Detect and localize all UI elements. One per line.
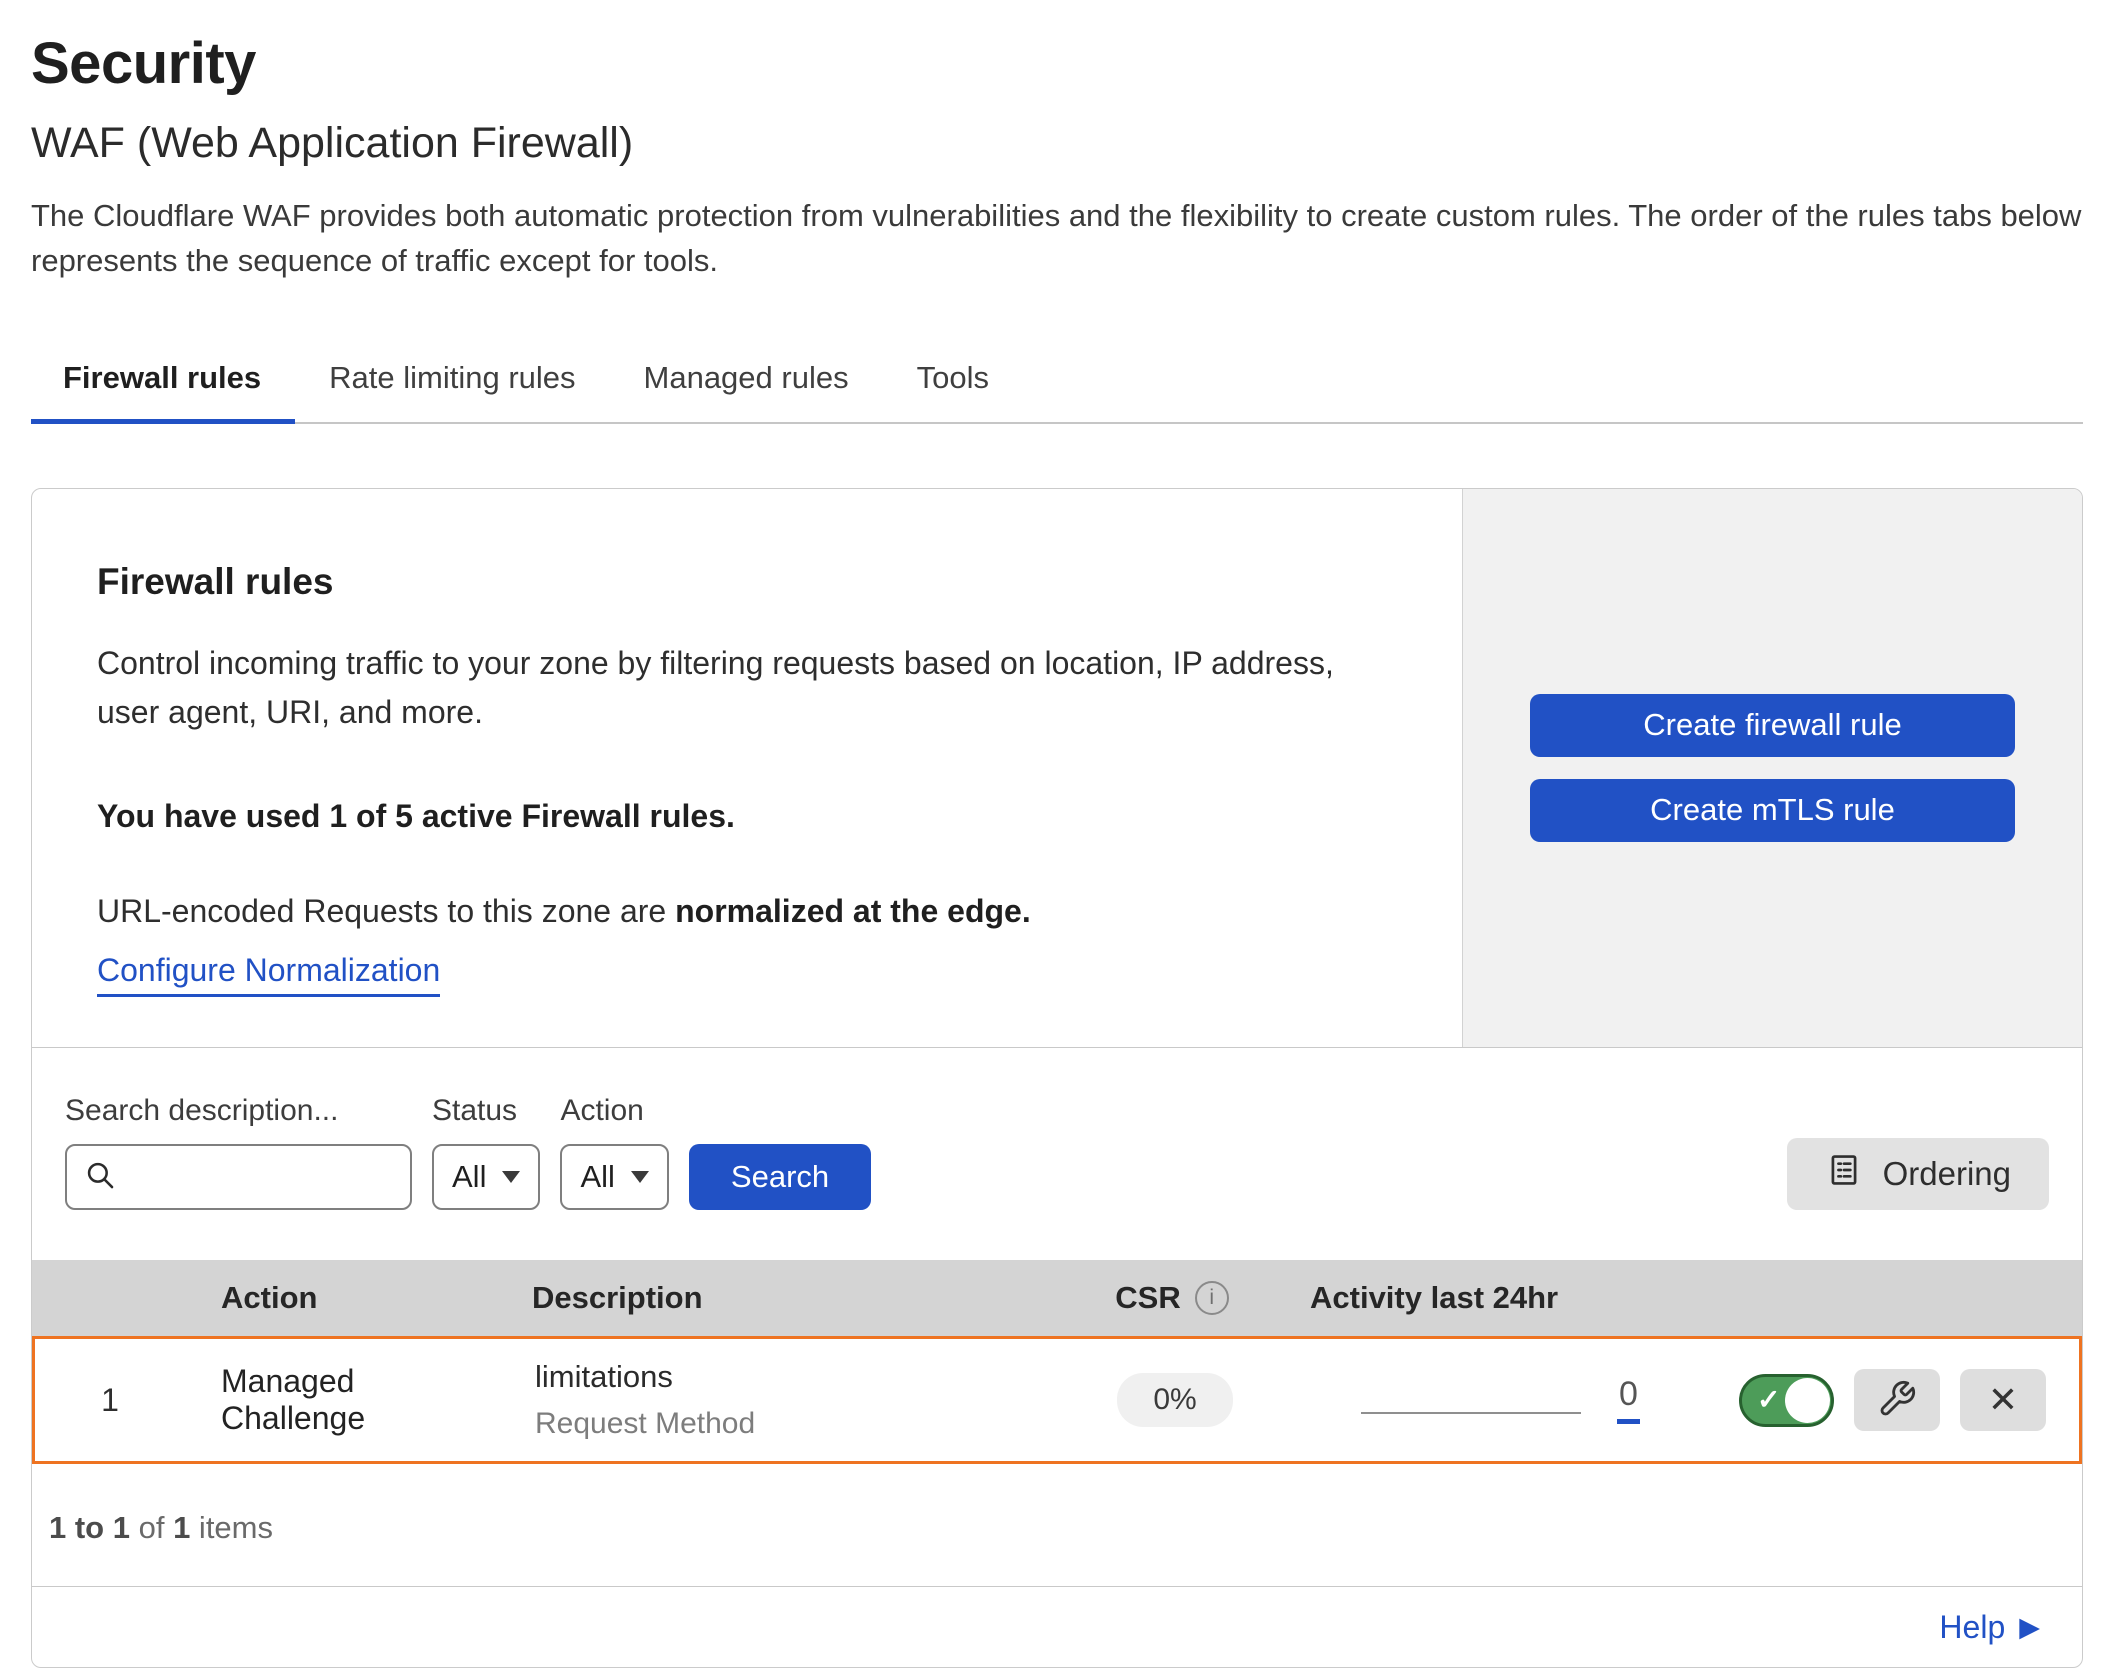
page-title: Security [31, 30, 2083, 97]
row-activity-cell: 0 [1275, 1377, 1695, 1424]
card-top-section: Firewall rules Control incoming traffic … [32, 489, 2082, 1048]
normalization-text: URL-encoded Requests to this zone are [97, 893, 675, 929]
card-info: Firewall rules Control incoming traffic … [32, 489, 1462, 1047]
wrench-icon [1877, 1379, 1917, 1422]
waf-tabs: Firewall rules Rate limiting rules Manag… [31, 340, 2083, 424]
activity-count-link[interactable]: 0 [1617, 1377, 1640, 1424]
info-icon[interactable]: i [1195, 1281, 1229, 1315]
header-csr: CSR i [1115, 1280, 1228, 1316]
action-group: Action All [560, 1094, 668, 1210]
help-link[interactable]: Help ▶ [1939, 1609, 2040, 1646]
ordering-button[interactable]: Ordering [1787, 1138, 2049, 1210]
tab-firewall-rules[interactable]: Firewall rules [31, 340, 295, 422]
status-group: Status All [432, 1094, 540, 1210]
search-button[interactable]: Search [689, 1144, 871, 1210]
chevron-down-icon [502, 1171, 520, 1183]
search-icon [83, 1158, 117, 1197]
firewall-rules-card: Firewall rules Control incoming traffic … [31, 488, 2083, 1668]
toggle-knob [1785, 1378, 1830, 1423]
status-select-value: All [452, 1159, 486, 1195]
page-subtitle: WAF (Web Application Firewall) [31, 119, 2083, 168]
card-heading: Firewall rules [97, 561, 1402, 603]
table-footer: 1 to 1 of 1 items [32, 1464, 2082, 1586]
header-activity: Activity last 24hr [1272, 1280, 1692, 1316]
ordering-button-label: Ordering [1883, 1155, 2011, 1193]
status-select[interactable]: All [432, 1144, 540, 1210]
card-actions-panel: Create firewall rule Create mTLS rule [1462, 489, 2082, 1047]
footer-items: items [190, 1510, 273, 1545]
waf-page: Security WAF (Web Application Firewall) … [0, 0, 2114, 1668]
normalization-line: URL-encoded Requests to this zone are no… [97, 893, 1402, 930]
list-document-icon [1825, 1151, 1863, 1197]
tab-tools[interactable]: Tools [883, 340, 1023, 422]
action-select[interactable]: All [560, 1144, 668, 1210]
normalization-bold: normalized at the edge. [675, 893, 1031, 929]
configure-normalization-link[interactable]: Configure Normalization [97, 952, 440, 997]
search-input[interactable] [129, 1159, 394, 1195]
search-group: Search description... [65, 1094, 412, 1210]
row-priority: 1 [101, 1382, 119, 1419]
header-description: Description [502, 1280, 1072, 1316]
search-label: Search description... [65, 1094, 412, 1128]
tab-rate-limiting-rules[interactable]: Rate limiting rules [295, 340, 609, 422]
help-row: Help ▶ [32, 1586, 2082, 1667]
help-label: Help [1939, 1609, 2005, 1646]
close-icon: ✕ [1988, 1379, 2018, 1421]
table-row: 1 Managed Challenge limitations Request … [32, 1336, 2082, 1464]
action-select-value: All [580, 1159, 614, 1195]
card-description: Control incoming traffic to your zone by… [97, 639, 1402, 738]
row-description-cell: limitations Request Method [505, 1359, 1075, 1441]
tab-managed-rules[interactable]: Managed rules [610, 340, 883, 422]
footer-total: 1 [173, 1510, 190, 1545]
activity-sparkline [1361, 1412, 1581, 1414]
footer-of: of [130, 1510, 173, 1545]
chevron-down-icon [631, 1171, 649, 1183]
check-icon: ✓ [1757, 1383, 1780, 1416]
create-firewall-rule-button[interactable]: Create firewall rule [1530, 694, 2015, 757]
usage-line: You have used 1 of 5 active Firewall rul… [97, 798, 1402, 835]
row-description[interactable]: limitations [535, 1359, 1075, 1395]
table-header: Action Description CSR i Activity last 2… [32, 1260, 2082, 1336]
delete-rule-button[interactable]: ✕ [1960, 1369, 2046, 1431]
row-csr-badge: 0% [1117, 1373, 1232, 1427]
footer-range: 1 to 1 [49, 1510, 130, 1545]
header-action: Action [182, 1280, 502, 1316]
create-mtls-rule-button[interactable]: Create mTLS rule [1530, 779, 2015, 842]
status-label: Status [432, 1094, 540, 1128]
rule-enabled-toggle[interactable]: ✓ [1739, 1374, 1834, 1427]
row-description-sub: Request Method [535, 1407, 1075, 1441]
filter-bar: Search description... Status All [32, 1048, 2082, 1260]
page-description: The Cloudflare WAF provides both automat… [31, 194, 2083, 284]
action-label: Action [560, 1094, 668, 1128]
row-action: Managed Challenge [185, 1363, 505, 1437]
row-controls: ✓ ✕ [1695, 1369, 2079, 1431]
search-box [65, 1144, 412, 1210]
edit-rule-button[interactable] [1854, 1369, 1940, 1431]
header-csr-label: CSR [1115, 1280, 1180, 1316]
